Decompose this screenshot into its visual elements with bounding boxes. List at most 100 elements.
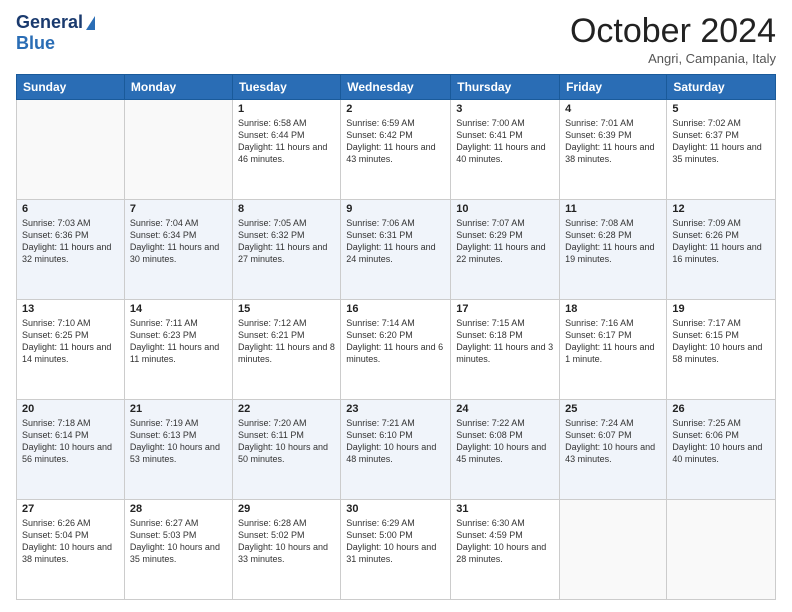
cell-info: Sunrise: 7:05 AMSunset: 6:32 PMDaylight:… [238, 217, 335, 266]
day-number: 7 [130, 203, 227, 215]
day-number: 28 [130, 503, 227, 515]
col-sunday: Sunday [17, 75, 125, 100]
table-row: 2 Sunrise: 6:59 AMSunset: 6:42 PMDaylight… [341, 100, 451, 200]
table-row: 9 Sunrise: 7:06 AMSunset: 6:31 PMDaylight… [341, 200, 451, 300]
table-row: 21Sunrise: 7:19 AMSunset: 6:13 PMDayligh… [124, 400, 232, 500]
table-row: 20 Sunrise: 7:18 AMSunset: 6:14 PMDayligh… [17, 400, 125, 500]
cell-info: Sunrise: 7:16 AMSunset: 6:17 PMDaylight:… [565, 317, 661, 366]
day-number: 11 [565, 203, 661, 215]
table-row: 17 Sunrise: 7:15 AMSunset: 6:18 PMDayligh… [451, 300, 560, 400]
col-tuesday: Tuesday [232, 75, 340, 100]
logo-blue: Blue [16, 33, 55, 54]
day-number: 17 [456, 303, 554, 315]
table-row: 14Sunrise: 7:11 AMSunset: 6:23 PMDayligh… [124, 300, 232, 400]
table-row: 30 Sunrise: 6:29 AMSunset: 5:00 PMDayligh… [341, 500, 451, 600]
table-row: 31Sunrise: 6:30 AMSunset: 4:59 PMDayligh… [451, 500, 560, 600]
logo-line2: Blue [16, 33, 55, 54]
table-row: 29 Sunrise: 6:28 AMSunset: 5:02 PMDayligh… [232, 500, 340, 600]
day-number: 30 [346, 503, 445, 515]
day-number: 12 [672, 203, 770, 215]
table-row: 5 Sunrise: 7:02 AMSunset: 6:37 PMDaylight… [667, 100, 776, 200]
table-row [667, 500, 776, 600]
cell-info: Sunrise: 7:17 AMSunset: 6:15 PMDaylight:… [672, 317, 770, 366]
logo: General Blue [16, 12, 95, 54]
table-row: 11Sunrise: 7:08 AMSunset: 6:28 PMDayligh… [560, 200, 667, 300]
day-number: 4 [565, 103, 661, 115]
day-number: 9 [346, 203, 445, 215]
cell-info: Sunrise: 7:10 AMSunset: 6:25 PMDaylight:… [22, 317, 119, 366]
title-block: October 2024 Angri, Campania, Italy [570, 12, 776, 66]
day-number: 3 [456, 103, 554, 115]
cell-info: Sunrise: 6:28 AMSunset: 5:02 PMDaylight:… [238, 517, 335, 566]
cell-info: Sunrise: 6:27 AMSunset: 5:03 PMDaylight:… [130, 517, 227, 566]
day-number: 20 [22, 403, 119, 415]
cell-info: Sunrise: 7:22 AMSunset: 6:08 PMDaylight:… [456, 417, 554, 466]
table-row: 27Sunrise: 6:26 AMSunset: 5:04 PMDayligh… [17, 500, 125, 600]
table-row: 23 Sunrise: 7:21 AMSunset: 6:10 PMDayligh… [341, 400, 451, 500]
cell-info: Sunrise: 6:30 AMSunset: 4:59 PMDaylight:… [456, 517, 554, 566]
cell-info: Sunrise: 7:04 AMSunset: 6:34 PMDaylight:… [130, 217, 227, 266]
day-number: 2 [346, 103, 445, 115]
location: Angri, Campania, Italy [570, 51, 776, 66]
calendar-week-row: 27Sunrise: 6:26 AMSunset: 5:04 PMDayligh… [17, 500, 776, 600]
table-row: 6Sunrise: 7:03 AMSunset: 6:36 PMDaylight… [17, 200, 125, 300]
logo-triangle-icon [86, 16, 95, 30]
table-row: 19Sunrise: 7:17 AMSunset: 6:15 PMDayligh… [667, 300, 776, 400]
cell-info: Sunrise: 7:03 AMSunset: 6:36 PMDaylight:… [22, 217, 119, 266]
cell-info: Sunrise: 7:09 AMSunset: 6:26 PMDaylight:… [672, 217, 770, 266]
cell-info: Sunrise: 7:24 AMSunset: 6:07 PMDaylight:… [565, 417, 661, 466]
cell-info: Sunrise: 6:29 AMSunset: 5:00 PMDaylight:… [346, 517, 445, 566]
cell-info: Sunrise: 6:58 AMSunset: 6:44 PMDaylight:… [238, 117, 335, 166]
table-row: 8 Sunrise: 7:05 AMSunset: 6:32 PMDaylight… [232, 200, 340, 300]
table-row: 18Sunrise: 7:16 AMSunset: 6:17 PMDayligh… [560, 300, 667, 400]
calendar-table: Sunday Monday Tuesday Wednesday Thursday… [16, 74, 776, 600]
table-row: 1Sunrise: 6:58 AMSunset: 6:44 PMDaylight… [232, 100, 340, 200]
cell-info: Sunrise: 7:21 AMSunset: 6:10 PMDaylight:… [346, 417, 445, 466]
cell-info: Sunrise: 7:02 AMSunset: 6:37 PMDaylight:… [672, 117, 770, 166]
table-row: 22 Sunrise: 7:20 AMSunset: 6:11 PMDayligh… [232, 400, 340, 500]
day-number: 10 [456, 203, 554, 215]
table-row [560, 500, 667, 600]
day-number: 5 [672, 103, 770, 115]
cell-info: Sunrise: 6:26 AMSunset: 5:04 PMDaylight:… [22, 517, 119, 566]
table-row: 15 Sunrise: 7:12 AMSunset: 6:21 PMDayligh… [232, 300, 340, 400]
header: General Blue October 2024 Angri, Campani… [16, 12, 776, 66]
table-row [124, 100, 232, 200]
cell-info: Sunrise: 7:06 AMSunset: 6:31 PMDaylight:… [346, 217, 445, 266]
col-monday: Monday [124, 75, 232, 100]
table-row: 26Sunrise: 7:25 AMSunset: 6:06 PMDayligh… [667, 400, 776, 500]
cell-info: Sunrise: 7:01 AMSunset: 6:39 PMDaylight:… [565, 117, 661, 166]
logo-line1: General [16, 12, 95, 33]
day-number: 24 [456, 403, 554, 415]
calendar-week-row: 1Sunrise: 6:58 AMSunset: 6:44 PMDaylight… [17, 100, 776, 200]
col-saturday: Saturday [667, 75, 776, 100]
month-title: October 2024 [570, 12, 776, 51]
cell-info: Sunrise: 7:00 AMSunset: 6:41 PMDaylight:… [456, 117, 554, 166]
cell-info: Sunrise: 7:15 AMSunset: 6:18 PMDaylight:… [456, 317, 554, 366]
table-row: 10 Sunrise: 7:07 AMSunset: 6:29 PMDayligh… [451, 200, 560, 300]
table-row [17, 100, 125, 200]
day-number: 23 [346, 403, 445, 415]
calendar-week-row: 20 Sunrise: 7:18 AMSunset: 6:14 PMDayligh… [17, 400, 776, 500]
cell-info: Sunrise: 7:12 AMSunset: 6:21 PMDaylight:… [238, 317, 335, 366]
cell-info: Sunrise: 7:20 AMSunset: 6:11 PMDaylight:… [238, 417, 335, 466]
day-number: 16 [346, 303, 445, 315]
cell-info: Sunrise: 7:11 AMSunset: 6:23 PMDaylight:… [130, 317, 227, 366]
cell-info: Sunrise: 7:07 AMSunset: 6:29 PMDaylight:… [456, 217, 554, 266]
day-number: 15 [238, 303, 335, 315]
cell-info: Sunrise: 7:19 AMSunset: 6:13 PMDaylight:… [130, 417, 227, 466]
cell-info: Sunrise: 7:14 AMSunset: 6:20 PMDaylight:… [346, 317, 445, 366]
calendar-week-row: 13 Sunrise: 7:10 AMSunset: 6:25 PMDayligh… [17, 300, 776, 400]
cell-info: Sunrise: 6:59 AMSunset: 6:42 PMDaylight:… [346, 117, 445, 166]
cell-info: Sunrise: 7:25 AMSunset: 6:06 PMDaylight:… [672, 417, 770, 466]
cell-info: Sunrise: 7:18 AMSunset: 6:14 PMDaylight:… [22, 417, 119, 466]
table-row: 13 Sunrise: 7:10 AMSunset: 6:25 PMDayligh… [17, 300, 125, 400]
day-number: 8 [238, 203, 335, 215]
day-number: 25 [565, 403, 661, 415]
logo-general: General [16, 12, 83, 33]
table-row: 16 Sunrise: 7:14 AMSunset: 6:20 PMDayligh… [341, 300, 451, 400]
day-number: 22 [238, 403, 335, 415]
col-friday: Friday [560, 75, 667, 100]
day-number: 13 [22, 303, 119, 315]
day-number: 29 [238, 503, 335, 515]
